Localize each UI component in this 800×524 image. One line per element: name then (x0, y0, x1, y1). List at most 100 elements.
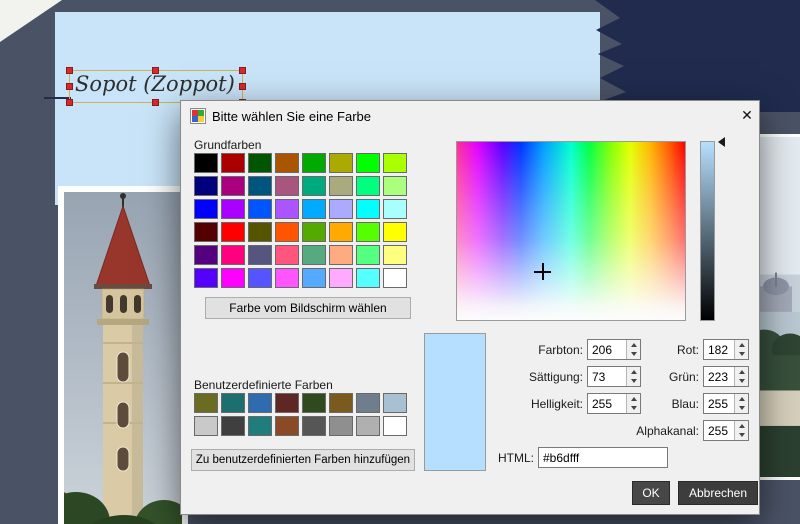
color-swatch[interactable] (383, 222, 407, 242)
color-swatch[interactable] (302, 268, 326, 288)
html-color-input[interactable] (539, 448, 667, 467)
color-swatch[interactable] (356, 199, 380, 219)
color-swatch[interactable] (383, 199, 407, 219)
green-spinbox[interactable] (703, 366, 749, 387)
color-swatch[interactable] (194, 153, 218, 173)
color-swatch[interactable] (221, 416, 245, 436)
color-swatch[interactable] (302, 199, 326, 219)
color-swatch[interactable] (329, 245, 353, 265)
color-swatch[interactable] (275, 222, 299, 242)
color-swatch[interactable] (383, 268, 407, 288)
color-swatch[interactable] (302, 416, 326, 436)
color-swatch[interactable] (356, 268, 380, 288)
hue-saturation-picker[interactable] (456, 141, 686, 321)
pick-screen-color-button[interactable]: Farbe vom Bildschirm wählen (205, 297, 411, 319)
green-input[interactable] (704, 367, 733, 386)
value-slider-arrow-icon[interactable] (718, 137, 725, 147)
color-swatch[interactable] (356, 416, 380, 436)
spin-buttons[interactable] (734, 394, 748, 413)
color-swatch[interactable] (194, 268, 218, 288)
color-swatch[interactable] (329, 199, 353, 219)
page-text[interactable]: Sopot (Zoppot) (75, 72, 235, 96)
color-swatch[interactable] (329, 393, 353, 413)
color-swatch[interactable] (194, 176, 218, 196)
color-swatch[interactable] (194, 416, 218, 436)
color-swatch[interactable] (302, 222, 326, 242)
color-swatch[interactable] (275, 416, 299, 436)
red-spinbox[interactable] (703, 339, 749, 360)
selection-handle[interactable] (66, 83, 73, 90)
spin-buttons[interactable] (734, 340, 748, 359)
color-swatch[interactable] (302, 176, 326, 196)
cancel-button[interactable]: Abbrechen (678, 481, 758, 505)
red-input[interactable] (704, 340, 733, 359)
color-swatch[interactable] (383, 153, 407, 173)
color-swatch[interactable] (302, 393, 326, 413)
color-swatch[interactable] (221, 199, 245, 219)
color-swatch[interactable] (275, 176, 299, 196)
color-swatch[interactable] (275, 245, 299, 265)
selection-handle[interactable] (66, 67, 73, 74)
color-swatch[interactable] (248, 393, 272, 413)
color-swatch[interactable] (221, 222, 245, 242)
color-swatch[interactable] (194, 222, 218, 242)
color-swatch[interactable] (383, 245, 407, 265)
color-swatch[interactable] (221, 153, 245, 173)
blue-spinbox[interactable] (703, 393, 749, 414)
color-swatch[interactable] (275, 268, 299, 288)
color-swatch[interactable] (275, 393, 299, 413)
color-swatch[interactable] (356, 176, 380, 196)
color-crosshair-icon[interactable] (534, 263, 551, 280)
color-swatch[interactable] (356, 393, 380, 413)
color-swatch[interactable] (248, 245, 272, 265)
blue-input[interactable] (704, 394, 733, 413)
add-custom-color-button[interactable]: Zu benutzerdefinierten Farben hinzufügen (191, 449, 415, 471)
color-swatch[interactable] (221, 393, 245, 413)
color-swatch[interactable] (221, 176, 245, 196)
alpha-input[interactable] (704, 421, 733, 440)
color-swatch[interactable] (194, 393, 218, 413)
close-icon[interactable]: ✕ (737, 105, 757, 125)
color-swatch[interactable] (302, 245, 326, 265)
color-swatch[interactable] (248, 222, 272, 242)
color-swatch[interactable] (329, 222, 353, 242)
selection-handle[interactable] (152, 67, 159, 74)
color-swatch[interactable] (383, 416, 407, 436)
selection-handle[interactable] (66, 99, 73, 106)
selection-handle[interactable] (239, 67, 246, 74)
basic-colors-label: Grundfarben (194, 138, 261, 152)
color-swatch[interactable] (248, 176, 272, 196)
color-swatch[interactable] (275, 153, 299, 173)
color-swatch[interactable] (383, 176, 407, 196)
ok-button[interactable]: OK (632, 481, 670, 505)
text-selection-frame[interactable]: Sopot (Zoppot) (69, 70, 243, 103)
spin-down-icon (735, 350, 748, 360)
spin-buttons[interactable] (734, 421, 748, 440)
value-slider[interactable] (700, 141, 715, 321)
color-swatch[interactable] (221, 268, 245, 288)
selection-handle[interactable] (239, 83, 246, 90)
tower-photo[interactable] (58, 186, 188, 524)
spin-buttons[interactable] (734, 367, 748, 386)
color-swatch[interactable] (275, 199, 299, 219)
color-swatch[interactable] (383, 393, 407, 413)
color-swatch[interactable] (356, 153, 380, 173)
html-color-field[interactable] (538, 447, 668, 468)
color-swatch[interactable] (329, 176, 353, 196)
color-swatch[interactable] (329, 268, 353, 288)
selection-handle[interactable] (152, 99, 159, 106)
color-swatch[interactable] (221, 245, 245, 265)
alpha-spinbox[interactable] (703, 420, 749, 441)
color-swatch[interactable] (248, 153, 272, 173)
color-swatch[interactable] (356, 222, 380, 242)
color-swatch[interactable] (329, 416, 353, 436)
color-swatch[interactable] (248, 416, 272, 436)
color-swatch[interactable] (356, 245, 380, 265)
color-swatch[interactable] (248, 268, 272, 288)
color-swatch[interactable] (329, 153, 353, 173)
color-swatch[interactable] (248, 199, 272, 219)
color-swatch[interactable] (194, 199, 218, 219)
color-swatch[interactable] (302, 153, 326, 173)
color-swatch[interactable] (194, 245, 218, 265)
color-picker-dialog: Bitte wählen Sie eine Farbe ✕ Grundfarbe… (180, 100, 760, 515)
